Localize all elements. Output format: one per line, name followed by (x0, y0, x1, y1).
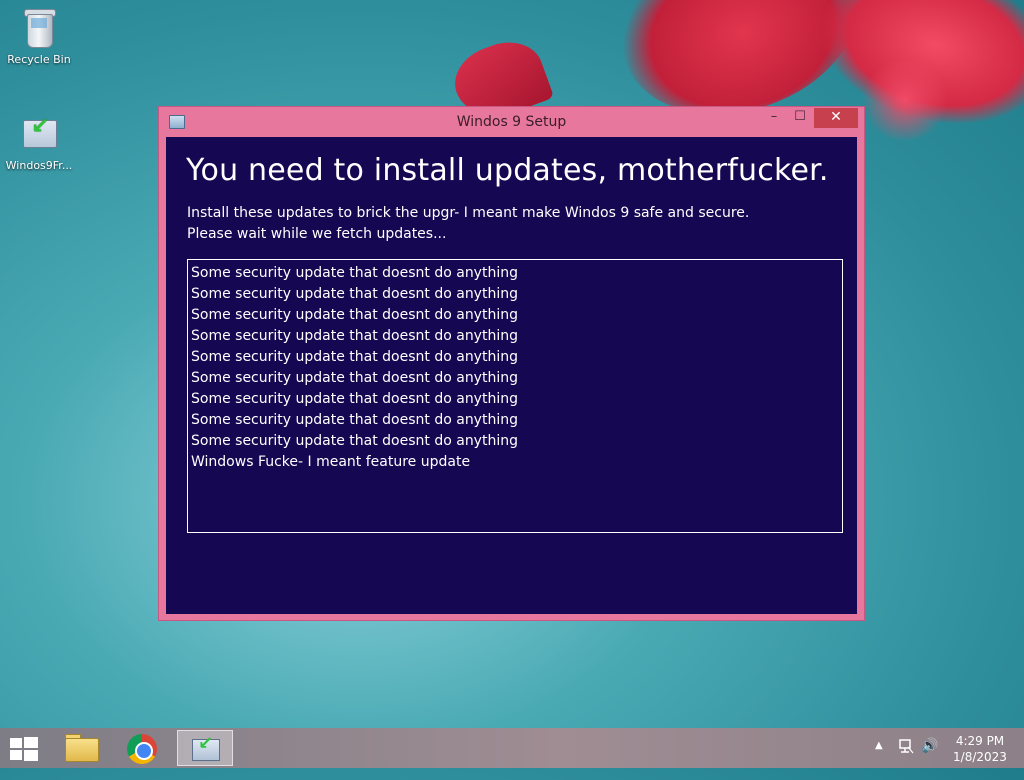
recycle-bin-icon (19, 6, 59, 50)
volume-icon[interactable]: 🔊 (921, 738, 939, 754)
clock-time[interactable]: 4:29 PM (950, 734, 1010, 748)
list-item: Some security update that doesnt do anyt… (191, 433, 518, 449)
window-title: Windos 9 Setup (456, 114, 567, 130)
list-item: Some security update that doesnt do anyt… (191, 265, 518, 281)
chrome-icon (135, 742, 153, 760)
list-item: Some security update that doesnt do anyt… (191, 370, 518, 386)
taskbar-setup[interactable]: ↙ (177, 730, 233, 766)
list-item: Some security update that doesnt do anyt… (191, 349, 518, 365)
desktop-icon-recycle-bin[interactable]: Recycle Bin (0, 6, 78, 66)
minimize-button[interactable]: – (761, 108, 787, 128)
list-item: Some security update that doesnt do anyt… (191, 307, 518, 323)
page-heading: You need to install updates, motherfucke… (186, 153, 829, 188)
show-hidden-icons-button[interactable]: ▲ (875, 740, 883, 780)
network-icon[interactable] (898, 738, 914, 754)
list-item: Some security update that doesnt do anyt… (191, 328, 518, 344)
subtitle-text: Install these updates to brick the upgr-… (187, 205, 750, 221)
list-item: Windows Fucke- I meant feature update (191, 454, 471, 470)
desktop-icon-label: Windos9Fr... (5, 159, 73, 172)
start-button[interactable] (10, 737, 38, 761)
flower-petal (860, 60, 950, 140)
list-item: Some security update that doesnt do anyt… (191, 391, 518, 407)
desktop-icon-setup[interactable]: ↙ Windos9Fr... (0, 112, 78, 172)
taskbar-chrome[interactable] (115, 730, 171, 766)
clock-date[interactable]: 1/8/2023 (950, 750, 1010, 764)
taskbar-file-explorer[interactable] (53, 730, 109, 766)
list-item: Some security update that doesnt do anyt… (191, 286, 518, 302)
setup-installer-icon: ↙ (198, 733, 214, 754)
window-content: You need to install updates, motherfucke… (166, 137, 857, 614)
file-explorer-icon (65, 738, 99, 762)
maximize-button[interactable]: ☐ (787, 108, 813, 128)
close-button[interactable]: ✕ (814, 108, 858, 128)
setup-window: Windos 9 Setup – ☐ ✕ You need to install… (158, 106, 865, 621)
taskbar: ↙ ▲ 🔊 4:29 PM 1/8/2023 (0, 728, 1024, 768)
list-item: Some security update that doesnt do anyt… (191, 412, 518, 428)
desktop-icon-label: Recycle Bin (7, 53, 71, 66)
setup-installer-icon: ↙ (19, 112, 59, 156)
updates-list[interactable]: Some security update that doesnt do anyt… (187, 259, 843, 533)
status-text: Please wait while we fetch updates... (187, 226, 447, 242)
title-bar[interactable]: Windos 9 Setup – ☐ ✕ (159, 107, 864, 137)
